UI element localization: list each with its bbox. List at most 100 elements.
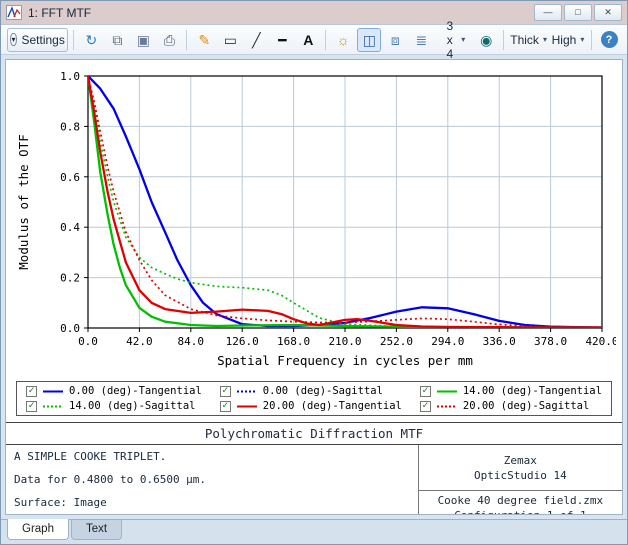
tab-text[interactable]: Text <box>71 520 122 540</box>
text-tool-button[interactable]: A <box>296 28 320 52</box>
svg-text:42.0: 42.0 <box>126 335 153 348</box>
toolbar-separator <box>325 30 326 50</box>
report-panel: 0.042.084.0126.0168.0210.0252.0294.0336.… <box>5 59 623 515</box>
legend-line-sample <box>236 402 258 411</box>
svg-text:294.0: 294.0 <box>431 335 464 348</box>
tab-graph[interactable]: Graph <box>7 519 69 540</box>
legend-item[interactable]: ✓ 20.00 (deg)-Tangential <box>220 400 402 412</box>
wavelength-range: Data for 0.4800 to 0.6500 µm. <box>14 473 410 486</box>
window-frame-icon: ⧈ <box>391 33 400 47</box>
save-image-button[interactable]: ▣ <box>131 28 155 52</box>
check-icon: ✓ <box>422 401 428 411</box>
legend-checkbox[interactable]: ✓ <box>220 401 231 412</box>
legend-checkbox[interactable]: ✓ <box>26 386 37 397</box>
copy-icon: ⧉ <box>112 33 122 47</box>
legend-item-label: 20.00 (deg)-Tangential <box>263 400 402 412</box>
text-icon: A <box>303 33 313 47</box>
mtf-chart[interactable]: 0.042.084.0126.0168.0210.0252.0294.0336.… <box>12 66 616 381</box>
info-table: A SIMPLE COOKE TRIPLET. Data for 0.4800 … <box>6 445 622 515</box>
printer-icon: ⎙ <box>164 33 175 47</box>
layers-icon: ≣ <box>415 33 427 47</box>
legend-item[interactable]: ✓ 20.00 (deg)-Sagittal <box>420 400 602 412</box>
copy-button[interactable]: ⧉ <box>105 28 129 52</box>
window-title: 1: FFT MTF <box>28 6 91 20</box>
print-button[interactable]: ⎙ <box>157 28 181 52</box>
lamp-button[interactable]: ☼ <box>331 28 355 52</box>
check-icon: ✓ <box>422 386 428 396</box>
quality-dropdown[interactable]: High▾ <box>550 28 586 52</box>
svg-text:0.0: 0.0 <box>78 335 98 348</box>
toolbar-separator <box>186 30 187 50</box>
check-icon: ✓ <box>29 401 35 411</box>
save-icon: ▣ <box>137 33 150 47</box>
svg-text:0.6: 0.6 <box>60 171 80 184</box>
window-icon <box>6 5 22 20</box>
rectangle-tool-button[interactable]: ▭ <box>218 28 242 52</box>
legend-item-label: 0.00 (deg)-Sagittal <box>263 385 383 397</box>
brand-product: OpticStudio 14 <box>474 469 567 482</box>
maximize-button[interactable]: □ <box>564 4 592 21</box>
copy-window-button[interactable]: ⧈ <box>383 28 407 52</box>
svg-text:0.4: 0.4 <box>60 221 80 234</box>
refresh-button[interactable]: ↻ <box>79 28 103 52</box>
legend-line-sample <box>436 387 458 396</box>
file-cell: Cooke 40 degree field.zmx Configuration … <box>419 491 622 515</box>
quality-dropdown-label: High <box>552 33 577 47</box>
toolbar-separator <box>73 30 74 50</box>
pencil-icon: ✎ <box>198 33 210 47</box>
svg-text:0.0: 0.0 <box>60 322 80 335</box>
legend-checkbox[interactable]: ✓ <box>420 386 431 397</box>
legend-item[interactable]: ✓ 14.00 (deg)-Tangential <box>420 385 602 397</box>
fft-mtf-window: 1: FFT MTF — □ ✕ ▾Settings ↻ ⧉ ▣ ⎙ ✎ ▭╱ ━ A ☼ ◫ ⧈ ≣ 3… <box>0 0 628 545</box>
layers-button[interactable]: ≣ <box>409 28 433 52</box>
thickness-dropdown[interactable]: Thick ▾ <box>509 28 548 52</box>
svg-text:0.2: 0.2 <box>60 272 80 285</box>
lamp-icon: ☼ <box>337 33 350 47</box>
thickness-dropdown-label: Thick <box>510 33 539 47</box>
report-title: Polychromatic Diffraction MTF <box>6 422 622 445</box>
chart-legend: ✓0.00 (deg)-Tangential✓0.00 (deg)-Sagitt… <box>16 381 612 416</box>
horizontal-line-tool-button[interactable]: ━ <box>270 28 294 52</box>
svg-text:168.0: 168.0 <box>277 335 310 348</box>
svg-text:Spatial Frequency in cycles pe: Spatial Frequency in cycles per mm <box>217 353 473 368</box>
refresh-icon: ↻ <box>85 33 97 47</box>
svg-text:84.0: 84.0 <box>178 335 205 348</box>
svg-text:420.0: 420.0 <box>585 335 616 348</box>
legend-item-label: 20.00 (deg)-Sagittal <box>463 400 589 412</box>
horizontal-line-icon: ━ <box>278 33 286 47</box>
line-tool-button[interactable]: ╱ <box>244 28 268 52</box>
svg-text:378.0: 378.0 <box>534 335 567 348</box>
legend-item[interactable]: ✓ 14.00 (deg)-Sagittal <box>26 400 202 412</box>
pencil-tool-button[interactable]: ✎ <box>192 28 216 52</box>
legend-line-sample <box>436 402 458 411</box>
legend-item-label: 14.00 (deg)-Sagittal <box>69 400 195 412</box>
info-right-column: Zemax OpticStudio 14 Cooke 40 degree fie… <box>419 445 622 515</box>
titlebar[interactable]: 1: FFT MTF — □ ✕ <box>1 1 627 25</box>
mtf-plot-svg: 0.042.084.0126.0168.0210.0252.0294.0336.… <box>12 66 616 378</box>
help-button[interactable]: ? <box>597 28 621 52</box>
legend-line-sample <box>236 387 258 396</box>
legend-item[interactable]: ✓0.00 (deg)-Tangential <box>26 385 202 397</box>
minimize-button[interactable]: — <box>534 4 562 21</box>
grid-size-dropdown[interactable]: 3 x 4▾ <box>435 28 472 52</box>
file-name: Cooke 40 degree field.zmx <box>438 494 604 507</box>
legend-line-sample <box>42 402 64 411</box>
close-button[interactable]: ✕ <box>594 4 622 21</box>
record-icon: ◉ <box>480 33 492 47</box>
toolbar-separator <box>503 30 504 50</box>
record-button[interactable]: ◉ <box>474 28 498 52</box>
legend-item-label: 14.00 (deg)-Tangential <box>463 385 602 397</box>
legend-line-sample <box>42 387 64 396</box>
split-window-button[interactable]: ◫ <box>357 28 381 52</box>
toolbar: ▾Settings ↻ ⧉ ▣ ⎙ ✎ ▭╱ ━ A ☼ ◫ ⧈ ≣ 3 x 4▾ ◉ Thick ▾High▾… <box>1 25 627 55</box>
legend-checkbox[interactable]: ✓ <box>26 401 37 412</box>
svg-text:336.0: 336.0 <box>483 335 516 348</box>
chevron-down-icon: ▾ <box>543 35 547 44</box>
check-icon: ✓ <box>222 401 228 411</box>
legend-checkbox[interactable]: ✓ <box>220 386 231 397</box>
check-icon: ✓ <box>222 386 228 396</box>
legend-checkbox[interactable]: ✓ <box>420 401 431 412</box>
svg-text:Modulus of the OTF: Modulus of the OTF <box>16 134 31 269</box>
legend-item[interactable]: ✓ 0.00 (deg)-Sagittal <box>220 385 402 397</box>
settings-button[interactable]: ▾Settings <box>7 28 68 52</box>
